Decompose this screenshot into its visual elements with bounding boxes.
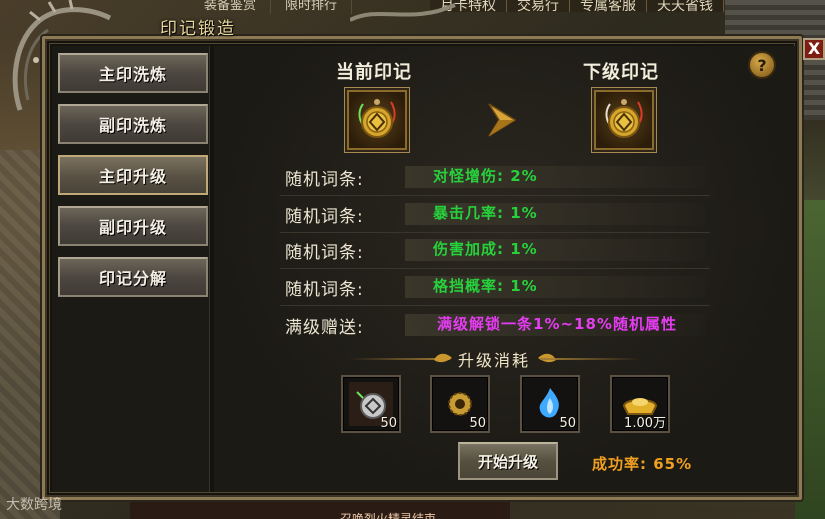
nav-sub-upgrade-button[interactable]: 副印升级: [58, 206, 208, 246]
menu-trading[interactable]: 交易行: [507, 0, 570, 13]
cost-item-slot[interactable]: 50: [341, 375, 401, 433]
stat-key: 随机词条:: [285, 243, 364, 263]
menu-savings[interactable]: 天天省钱: [647, 0, 724, 13]
ornament-line: [540, 358, 640, 360]
stat-row: 随机词条: 暴击几率: 1%: [280, 199, 710, 227]
divider: [280, 232, 710, 233]
seal-amulet-icon: [605, 99, 643, 138]
next-seal-label: 下级印记: [583, 62, 659, 83]
nav-main-refine-button[interactable]: 主印洗炼: [58, 53, 208, 93]
stat-value: 格挡概率: 1%: [433, 277, 538, 295]
menu-service[interactable]: 专属客服: [570, 0, 647, 13]
divider: [280, 305, 710, 306]
success-rate: 成功率: 65%: [592, 455, 693, 473]
scroll-ornament-icon: [434, 353, 452, 363]
bonus-row: 满级赠送: 满级解锁一条1%~18%随机属性: [280, 310, 710, 338]
stat-key: 随机词条:: [285, 207, 364, 227]
help-icon[interactable]: ?: [748, 51, 776, 79]
cost-item-slot[interactable]: 50: [520, 375, 580, 433]
menu-item[interactable]: 装备鉴赏: [190, 0, 272, 14]
close-button[interactable]: X: [803, 38, 825, 60]
nav-decompose-button[interactable]: 印记分解: [58, 257, 208, 297]
chat-message: 召唤烈火精灵结束: [340, 512, 437, 519]
current-seal-slot[interactable]: [345, 88, 409, 152]
seal-amulet-icon: [358, 99, 396, 138]
divider: [280, 195, 710, 196]
stat-row: 随机词条: 格挡概率: 1%: [280, 272, 710, 300]
divider: [280, 268, 710, 269]
cost-item-slot[interactable]: 1.00万: [610, 375, 670, 433]
watermark: 大数跨境: [6, 497, 62, 513]
top-menu-left: 装备鉴赏 限时排行: [190, 0, 353, 14]
bonus-value: 满级解锁一条1%~18%随机属性: [437, 315, 677, 333]
nav-sub-refine-button[interactable]: 副印洗炼: [58, 104, 208, 144]
cost-count: 50: [380, 416, 397, 431]
cost-item-slot[interactable]: 50: [430, 375, 490, 433]
stat-value: 暴击几率: 1%: [433, 204, 538, 222]
current-seal-label: 当前印记: [336, 62, 412, 83]
window-title: 印记锻造: [160, 19, 236, 39]
cost-count: 50: [469, 416, 486, 431]
next-seal-slot[interactable]: [592, 88, 656, 152]
nav-main-upgrade-button[interactable]: 主印升级: [58, 155, 208, 195]
cost-header: 升级消耗: [350, 342, 640, 372]
cost-title: 升级消耗: [458, 351, 531, 370]
start-upgrade-button[interactable]: 开始升级: [458, 442, 558, 480]
chat-strip: [130, 497, 510, 519]
menu-item[interactable]: 限时排行: [271, 0, 353, 14]
dragon-tail-ornament-icon: [350, 3, 456, 22]
stat-row: 随机词条: 伤害加成: 1%: [280, 235, 710, 263]
cost-count: 50: [559, 416, 576, 431]
upgrade-arrow-icon: [488, 103, 517, 137]
stat-value: 对怪增伤: 2%: [433, 167, 538, 185]
stat-value: 伤害加成: 1%: [433, 240, 538, 258]
stat-key: 随机词条:: [285, 280, 364, 300]
bonus-key: 满级赠送:: [285, 318, 364, 338]
stat-row: 随机词条: 对怪增伤: 2%: [280, 162, 710, 190]
stat-key: 随机词条:: [285, 170, 364, 190]
top-menu-right: 月卡特权 交易行 专属客服 天天省钱: [430, 0, 724, 13]
cost-count: 1.00万: [624, 416, 666, 431]
